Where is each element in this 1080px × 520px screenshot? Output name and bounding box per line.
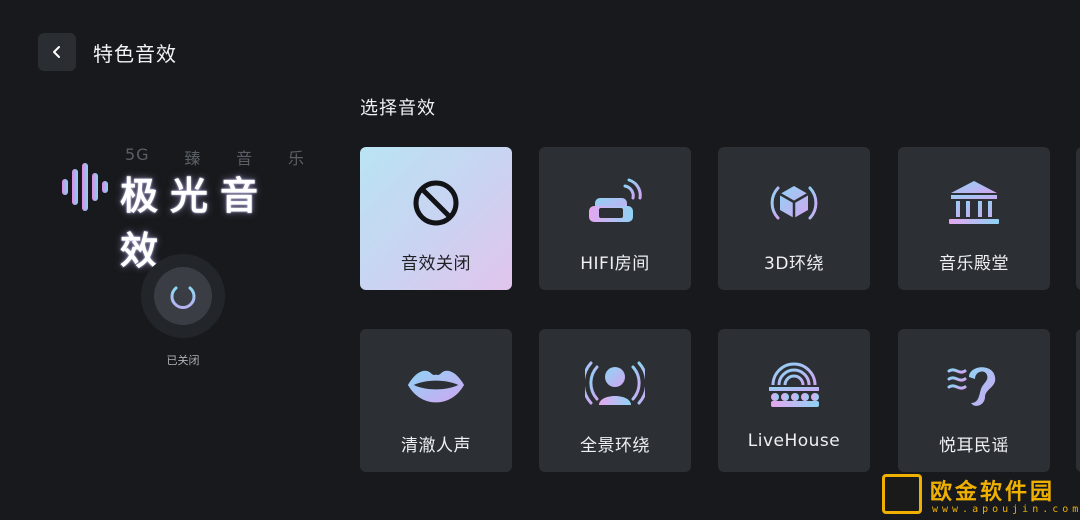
sound-effects-screen: 特色音效 5G 臻 音 乐 极光音效 已关闭 选择音效 音效关闭 HIFI房间 … bbox=[0, 0, 1080, 520]
no-sound-icon bbox=[413, 180, 459, 226]
effect-card-folk[interactable]: 悦耳民谣 bbox=[898, 329, 1050, 472]
music-hall-icon bbox=[949, 181, 999, 224]
effect-label: 3D环绕 bbox=[764, 254, 824, 274]
watermark-logo: 欧金软件园 www.apoujin.com bbox=[880, 472, 1080, 520]
effect-card-clear-vocal[interactable]: 清澈人声 bbox=[360, 329, 512, 472]
effect-label: HIFI房间 bbox=[580, 254, 650, 274]
watermark-text: 欧金软件园 bbox=[930, 480, 1056, 505]
livehouse-stage-icon bbox=[769, 362, 819, 407]
effect-label: 音效关闭 bbox=[401, 254, 471, 274]
watermark-url: www.apoujin.com bbox=[932, 504, 1080, 515]
chevron-left-icon bbox=[53, 46, 60, 58]
watermark-badge-icon bbox=[882, 474, 922, 514]
effect-card-3d-surround[interactable]: 3D环绕 bbox=[718, 147, 870, 290]
power-icon bbox=[170, 281, 196, 309]
3d-cube-icon bbox=[770, 186, 818, 220]
panorama-person-icon bbox=[585, 361, 645, 405]
effect-card-off[interactable]: 音效关闭 bbox=[360, 147, 512, 290]
effect-label: 清澈人声 bbox=[401, 436, 471, 456]
effect-label: 音乐殿堂 bbox=[939, 254, 1009, 274]
lips-icon bbox=[407, 370, 465, 403]
effect-card-overflow[interactable] bbox=[1076, 147, 1080, 290]
effect-label: 全景环绕 bbox=[580, 436, 650, 456]
page-title: 特色音效 bbox=[93, 42, 177, 66]
logo-title: 极光音效 bbox=[120, 173, 271, 273]
effect-label: 悦耳民谣 bbox=[939, 436, 1009, 456]
ear-icon bbox=[947, 367, 996, 406]
aurora-sound-logo: 5G 臻 音 乐 极光音效 bbox=[60, 145, 310, 273]
sound-wave-icon bbox=[62, 163, 108, 211]
power-status-label: 已关闭 bbox=[166, 354, 200, 367]
back-button[interactable] bbox=[38, 33, 76, 71]
effect-card-hifi-room[interactable]: HIFI房间 bbox=[539, 147, 691, 290]
hifi-room-sofa-icon bbox=[589, 178, 642, 222]
section-title: 选择音效 bbox=[360, 98, 436, 119]
effect-card-panorama[interactable]: 全景环绕 bbox=[539, 329, 691, 472]
effect-card-music-hall[interactable]: 音乐殿堂 bbox=[898, 147, 1050, 290]
power-toggle-button[interactable] bbox=[141, 254, 225, 338]
power-button-inner bbox=[154, 267, 212, 325]
effect-card-overflow[interactable] bbox=[1076, 329, 1080, 472]
effect-label: LiveHouse bbox=[747, 431, 841, 451]
effect-card-livehouse[interactable]: LiveHouse bbox=[718, 329, 870, 472]
